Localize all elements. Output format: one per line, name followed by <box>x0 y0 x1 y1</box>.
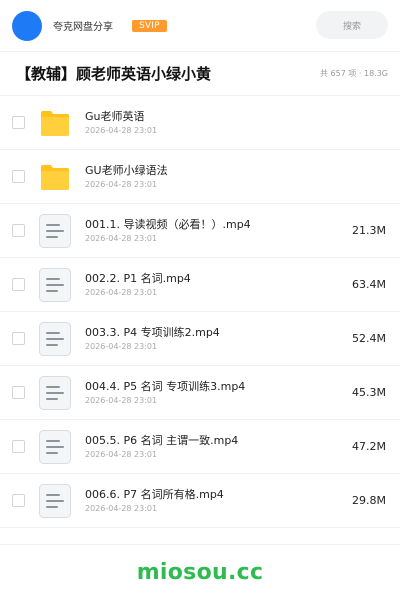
file-list: Gu老师英语 2026-04-28 23:01 GU老师小绿语法 2026-04-28… <box>0 96 400 528</box>
file-name: Gu老师英语 <box>85 110 145 123</box>
document-icon <box>39 483 71 518</box>
file-date: 2026-04-28 23:01 <box>85 504 158 513</box>
select-checkbox[interactable] <box>12 170 25 183</box>
share-title: 【教辅】顾老师英语小绿小黄 <box>16 65 212 83</box>
file-info: 005.5. P6 名词 主谓一致.mp4 2026-04-28 23:01 <box>85 433 344 460</box>
file-name: 004.4. P5 名词 专项训练3.mp4 <box>85 380 246 393</box>
share-meta: 共 657 项 · 18.3G <box>320 69 388 78</box>
document-icon <box>39 375 71 410</box>
file-info: GU老师小绿语法 2026-04-28 23:01 <box>85 163 386 190</box>
share-title-row: 【教辅】顾老师英语小绿小黄 共 657 项 · 18.3G <box>0 52 400 96</box>
file-date: 2026-04-28 23:01 <box>85 288 158 297</box>
watermark: miosou.cc <box>136 560 264 585</box>
select-checkbox[interactable] <box>12 440 25 453</box>
file-row[interactable]: GU老师小绿语法 2026-04-28 23:01 <box>0 150 400 204</box>
select-checkbox[interactable] <box>12 278 25 291</box>
header: 夸克网盘分享 SVIP 搜索 <box>0 0 400 52</box>
file-size: 45.3M <box>352 386 386 399</box>
file-name: 001.1. 导读视频（必看！）.mp4 <box>85 218 251 231</box>
file-info: 006.6. P7 名词所有格.mp4 2026-04-28 23:01 <box>85 487 344 514</box>
select-checkbox[interactable] <box>12 386 25 399</box>
select-checkbox[interactable] <box>12 332 25 345</box>
file-info: 003.3. P4 专项训练2.mp4 2026-04-28 23:01 <box>85 325 344 352</box>
document-icon <box>39 429 71 464</box>
file-name: 005.5. P6 名词 主谓一致.mp4 <box>85 434 239 447</box>
file-date: 2026-04-28 23:01 <box>85 450 158 459</box>
file-row[interactable]: 001.1. 导读视频（必看！）.mp4 2026-04-28 23:01 21.3… <box>0 204 400 258</box>
file-size: 52.4M <box>352 332 386 345</box>
select-checkbox[interactable] <box>12 116 25 129</box>
file-name: 006.6. P7 名词所有格.mp4 <box>85 488 224 501</box>
file-date: 2026-04-28 23:01 <box>85 126 158 135</box>
file-name: 003.3. P4 专项训练2.mp4 <box>85 326 220 339</box>
file-size: 29.8M <box>352 494 386 507</box>
document-icon <box>39 213 71 248</box>
file-size: 21.3M <box>352 224 386 237</box>
file-info: 001.1. 导读视频（必看！）.mp4 2026-04-28 23:01 <box>85 217 344 244</box>
footer: miosou.cc <box>0 544 400 600</box>
file-row[interactable]: 003.3. P4 专项训练2.mp4 2026-04-28 23:01 52.4M <box>0 312 400 366</box>
folder-icon <box>39 160 71 194</box>
file-row[interactable]: 006.6. P7 名词所有格.mp4 2026-04-28 23:01 29.8M <box>0 474 400 528</box>
file-row[interactable]: Gu老师英语 2026-04-28 23:01 <box>0 96 400 150</box>
search-input[interactable]: 搜索 <box>316 11 388 39</box>
file-info: 004.4. P5 名词 专项训练3.mp4 2026-04-28 23:01 <box>85 379 344 406</box>
file-size: 63.4M <box>352 278 386 291</box>
file-row[interactable]: 004.4. P5 名词 专项训练3.mp4 2026-04-28 23:01 45… <box>0 366 400 420</box>
site-name: 夸克网盘分享 <box>53 22 113 33</box>
svip-badge: SVIP <box>132 19 167 32</box>
file-row[interactable]: 005.5. P6 名词 主谓一致.mp4 2026-04-28 23:01 47.… <box>0 420 400 474</box>
avatar[interactable] <box>12 10 42 41</box>
file-row[interactable]: 002.2. P1 名词.mp4 2026-04-28 23:01 63.4M <box>0 258 400 312</box>
search-placeholder: 搜索 <box>342 21 361 32</box>
select-checkbox[interactable] <box>12 224 25 237</box>
document-icon <box>39 267 71 302</box>
select-checkbox[interactable] <box>12 494 25 507</box>
document-icon <box>39 321 71 356</box>
file-name: 002.2. P1 名词.mp4 <box>85 272 191 285</box>
file-date: 2026-04-28 23:01 <box>85 180 158 189</box>
file-size: 47.2M <box>352 440 386 453</box>
file-info: 002.2. P1 名词.mp4 2026-04-28 23:01 <box>85 271 344 298</box>
file-info: Gu老师英语 2026-04-28 23:01 <box>85 109 386 136</box>
folder-icon <box>39 106 71 140</box>
file-date: 2026-04-28 23:01 <box>85 234 158 243</box>
file-date: 2026-04-28 23:01 <box>85 396 158 405</box>
file-date: 2026-04-28 23:01 <box>85 342 158 351</box>
file-name: GU老师小绿语法 <box>85 164 168 177</box>
